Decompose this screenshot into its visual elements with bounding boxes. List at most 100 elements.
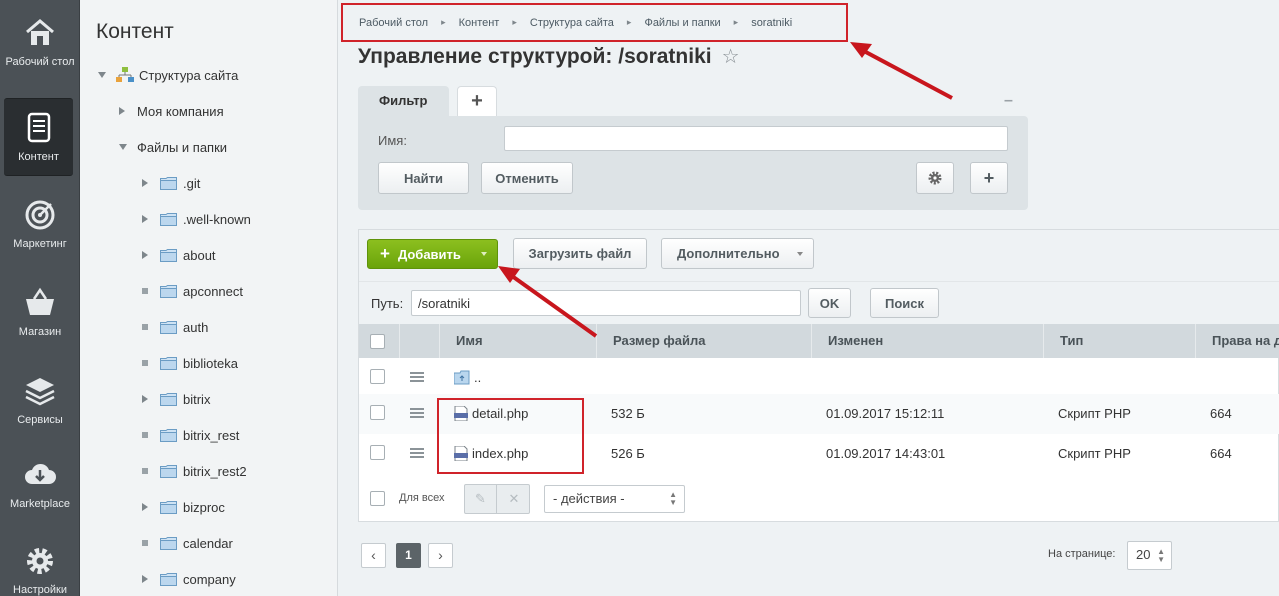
expand-arrow-icon[interactable] [119, 144, 127, 150]
add-filter-field-button[interactable]: + [970, 162, 1008, 194]
row-menu-icon[interactable] [410, 408, 424, 418]
row-checkbox[interactable] [370, 445, 385, 460]
nav-item-content[interactable]: Контент [4, 98, 73, 176]
nav-item-desktop[interactable]: Рабочий стол [0, 4, 80, 82]
chevron-left-icon: ‹ [371, 547, 376, 563]
next-page-button[interactable]: › [428, 543, 453, 568]
upload-file-button[interactable]: Загрузить файл [513, 238, 647, 269]
path-input[interactable]: /soratniki [411, 290, 801, 316]
highlight-box [437, 398, 584, 474]
nav-label: Контент [18, 151, 59, 163]
tree-item-files-and-folders[interactable]: Файлы и папки [119, 136, 227, 158]
breadcrumb-link[interactable]: Файлы и папки [644, 17, 720, 29]
per-page-label: На странице: [1048, 548, 1116, 560]
more-button-label: Дополнительно [677, 246, 780, 261]
nav-item-marketplace[interactable]: Marketplace [0, 446, 80, 524]
nav-label: Магазин [18, 326, 62, 338]
filter-settings-button[interactable] [916, 162, 954, 194]
tree-folder-item[interactable]: bitrix_rest [142, 424, 239, 446]
add-button[interactable]: + Добавить [367, 239, 498, 269]
delete-icon[interactable]: ✕ [498, 485, 530, 513]
home-icon [26, 19, 54, 45]
breadcrumb-link[interactable]: Структура сайта [530, 17, 614, 29]
search-button[interactable]: Поиск [870, 288, 939, 318]
tree-folder-label: about [183, 247, 216, 263]
document-icon [27, 112, 50, 143]
leaf-bullet-icon [142, 360, 148, 366]
breadcrumb-link[interactable]: Контент [459, 17, 500, 29]
expand-arrow-icon[interactable] [142, 179, 148, 187]
for-all-checkbox[interactable] [370, 491, 385, 506]
breadcrumb-link[interactable]: Рабочий стол [359, 17, 428, 29]
expand-arrow-icon[interactable] [142, 251, 148, 259]
expand-arrow-icon[interactable] [142, 503, 148, 511]
tree-folder-item[interactable]: bitrix_rest2 [142, 460, 247, 482]
tree-folder-item[interactable]: auth [142, 316, 208, 338]
expand-arrow-icon[interactable] [119, 107, 125, 115]
cancel-button[interactable]: Отменить [481, 162, 573, 194]
breadcrumb-current[interactable]: soratniki [751, 17, 792, 29]
chevron-down-icon [797, 252, 803, 256]
row-menu-icon[interactable] [410, 372, 424, 382]
nav-label: Marketplace [10, 498, 70, 510]
tree-folder-label: calendar [183, 535, 233, 551]
add-filter-tab-button[interactable]: + [457, 86, 497, 116]
collapse-filter-button[interactable]: – [1004, 92, 1013, 110]
nav-item-marketing[interactable]: Маркетинг [0, 186, 80, 264]
tree-item-my-company[interactable]: Моя компания [119, 100, 224, 122]
expand-arrow-icon[interactable] [142, 215, 148, 223]
prev-page-button[interactable]: ‹ [361, 543, 386, 568]
nav-item-services[interactable]: Сервисы [0, 362, 80, 440]
nav-item-settings[interactable]: Настройки [0, 532, 80, 596]
star-icon[interactable]: ☆ [722, 44, 740, 69]
tree-folder-item[interactable]: about [142, 244, 216, 266]
tree-item-site-structure[interactable]: Структура сайта [98, 64, 238, 86]
select-all-checkbox[interactable] [370, 334, 385, 349]
nav-item-shop[interactable]: Магазин [0, 274, 80, 352]
tree-folder-item[interactable]: .well-known [142, 208, 251, 230]
expand-arrow-icon[interactable] [98, 72, 106, 78]
tree-folder-item[interactable]: bizproc [142, 496, 225, 518]
column-header-modified[interactable]: Изменен [811, 324, 1043, 358]
file-rights: 664 [1210, 446, 1232, 461]
tree-item-label: Моя компания [137, 103, 224, 119]
more-button[interactable]: Дополнительно [661, 238, 814, 269]
tree-folder-item[interactable]: .git [142, 172, 200, 194]
path-ok-button[interactable]: OK [808, 288, 851, 318]
parent-folder-link[interactable]: .. [454, 358, 481, 398]
tree-folder-item[interactable]: calendar [142, 532, 233, 554]
chevron-down-icon [481, 252, 487, 256]
per-page-select[interactable]: 20 ▲ ▼ [1127, 541, 1172, 570]
find-button[interactable]: Найти [378, 162, 469, 194]
toolbar: + Добавить Загрузить файл Дополнительно [359, 230, 1279, 282]
actions-select[interactable]: - действия - ▲ ▼ [544, 485, 685, 513]
tree-folder-label: bitrix [183, 391, 211, 407]
column-header-type[interactable]: Тип [1043, 324, 1195, 358]
filter-name-input[interactable] [504, 126, 1008, 151]
pencil-icon[interactable]: ✎ [465, 485, 497, 513]
tree-folder-item[interactable]: bitrix [142, 388, 210, 410]
folder-icon [160, 464, 177, 478]
group-actions-bar: Для всех ✎ ✕ - действия - ▲ ▼ [359, 480, 1279, 522]
tree-folder-item[interactable]: apconnect [142, 280, 243, 302]
table-row[interactable]: .. [359, 358, 1279, 398]
column-header-rights[interactable]: Права на д [1195, 324, 1279, 358]
column-header-size[interactable]: Размер файла [596, 324, 811, 358]
column-header-actions [399, 324, 439, 358]
expand-arrow-icon[interactable] [142, 395, 148, 403]
plus-icon: + [983, 167, 995, 188]
file-size: 532 Б [611, 406, 645, 421]
row-menu-icon[interactable] [410, 448, 424, 458]
page-number-current[interactable]: 1 [396, 543, 421, 568]
row-checkbox[interactable] [370, 369, 385, 384]
column-header-name[interactable]: Имя [439, 324, 596, 358]
nav-label: Настройки [13, 584, 67, 596]
filter-tab[interactable]: Фильтр [358, 86, 449, 117]
actions-select-value: - действия - [553, 491, 625, 506]
expand-arrow-icon[interactable] [142, 575, 148, 583]
tree-folder-item[interactable]: company [142, 568, 236, 590]
tree-folder-item[interactable]: biblioteka [142, 352, 238, 374]
row-checkbox[interactable] [370, 405, 385, 420]
select-arrows-icon: ▲ ▼ [669, 490, 677, 507]
folder-icon [160, 320, 177, 334]
